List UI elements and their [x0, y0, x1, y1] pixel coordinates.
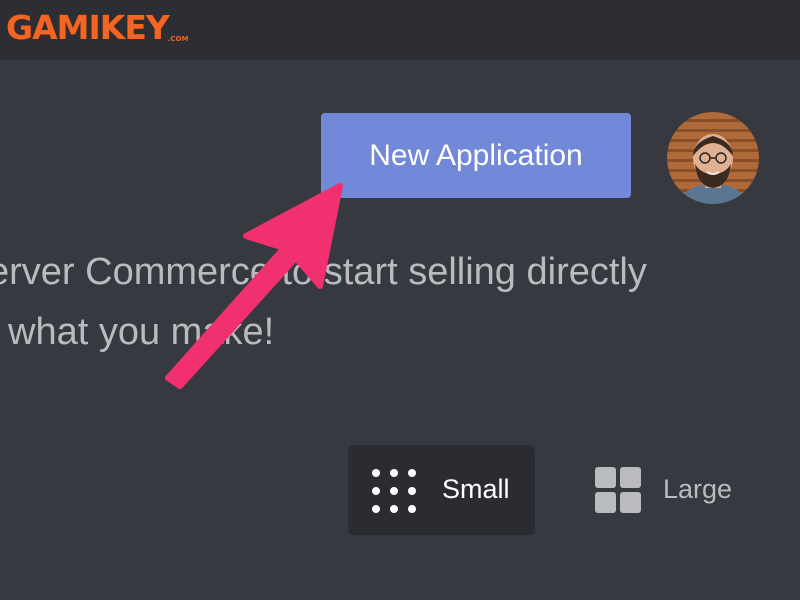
view-size-small-button[interactable]: Small	[348, 445, 535, 535]
view-size-small-label: Small	[442, 474, 510, 504]
logo-suffix: .COM	[167, 35, 189, 43]
view-size-large-label: Large	[663, 474, 733, 504]
gamikey-logo: GAMIKEY .COM	[6, 6, 188, 46]
view-size-large-button[interactable]: Large	[580, 445, 750, 535]
new-application-button[interactable]: New Application	[321, 113, 631, 198]
user-avatar[interactable]	[667, 112, 759, 204]
dots-grid-icon	[372, 469, 416, 513]
top-bar: GAMIKEY .COM	[0, 0, 800, 60]
logo-text: GAMIKEY	[6, 8, 170, 47]
squares-grid-icon	[595, 467, 641, 513]
avatar-photo	[667, 112, 759, 204]
promo-line-1: erver Commerce to start selling directly	[0, 251, 647, 293]
promo-line-2: what you make!	[8, 311, 275, 353]
